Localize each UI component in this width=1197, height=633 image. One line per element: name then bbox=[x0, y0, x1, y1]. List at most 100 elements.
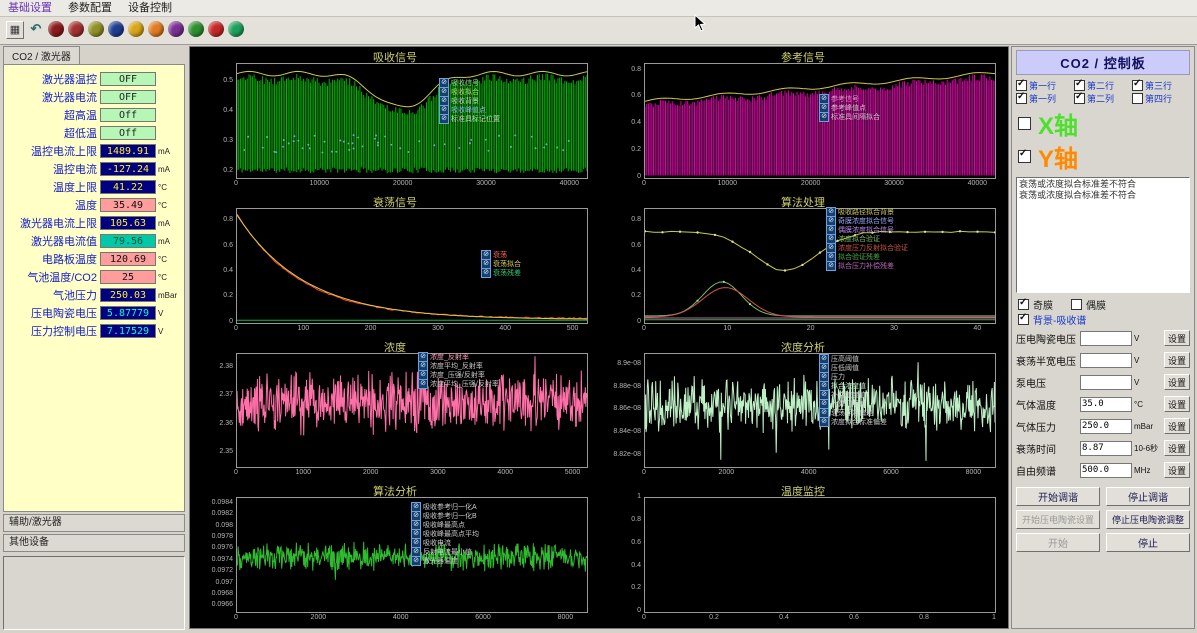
setting-apply-gas-pressure[interactable]: 设置 bbox=[1164, 418, 1190, 434]
setting-input-ringdown-time[interactable] bbox=[1080, 441, 1132, 456]
menu-item-3[interactable]: 设备控制 bbox=[120, 0, 180, 16]
menubar: 基础设置参数配置设备控制 bbox=[0, 0, 1197, 17]
tool-olive-icon[interactable] bbox=[88, 21, 104, 37]
tool-gold-icon[interactable] bbox=[128, 21, 144, 37]
setting-input-gas-temperature[interactable] bbox=[1080, 397, 1132, 412]
message-list[interactable]: 衰荡或浓度拟合标准差不符合衰荡或浓度拟合标准差不符合 bbox=[1016, 177, 1190, 293]
y-axis-toggle[interactable]: Y轴 bbox=[1018, 141, 1190, 171]
stop-button[interactable]: 停止 bbox=[1106, 533, 1190, 552]
stop-pzt-button[interactable]: 停止压电陶瓷调整 bbox=[1106, 510, 1190, 529]
param-value: OFF bbox=[100, 72, 156, 86]
message-item[interactable]: 衰荡或浓度拟合标准差不符合 bbox=[1019, 190, 1187, 201]
y-tick: 0.0984 bbox=[212, 499, 233, 506]
tool-navy-icon[interactable] bbox=[108, 21, 124, 37]
plot-area bbox=[236, 208, 588, 324]
x-axis-checkbox[interactable] bbox=[1018, 117, 1031, 130]
start-pzt-button[interactable]: 开始压电陶瓷设置 bbox=[1016, 510, 1100, 529]
background-checkbox-row[interactable]: 背景-吸收谱 bbox=[1018, 312, 1190, 327]
menu-item-2[interactable]: 参数配置 bbox=[60, 0, 120, 16]
chart-legend: ⊘参考信号⊘参考峰值点⊘标准具间隔拟合 bbox=[819, 95, 880, 122]
menu-item-1[interactable]: 基础设置 bbox=[0, 0, 60, 16]
param-row-4: 超低温Off bbox=[6, 124, 182, 142]
y-tick: 1 bbox=[637, 493, 641, 500]
section-other-devices[interactable]: 其他设备 bbox=[3, 534, 185, 552]
checkbox[interactable] bbox=[1016, 80, 1027, 91]
plot-visibility-checkbox[interactable]: ⊘ bbox=[481, 268, 491, 278]
tool-red-icon[interactable] bbox=[208, 21, 224, 37]
x-tick: 200 bbox=[365, 325, 377, 332]
checkbox-label: 第一列 bbox=[1029, 92, 1056, 105]
setting-apply-ringdown-time[interactable]: 设置 bbox=[1164, 440, 1190, 456]
tool-orange-icon[interactable] bbox=[148, 21, 164, 37]
start-tune-button[interactable]: 开始调谐 bbox=[1016, 487, 1100, 506]
plot-visibility-checkbox[interactable]: ⊘ bbox=[819, 417, 829, 427]
legend-label: 标准具间隔拟合 bbox=[831, 112, 880, 122]
chart-canvas bbox=[237, 354, 587, 468]
checkbox[interactable] bbox=[1074, 93, 1085, 104]
tab-co2-laser[interactable]: CO2 / 激光器 bbox=[3, 46, 80, 64]
setting-input-pzt-voltage[interactable] bbox=[1080, 331, 1132, 346]
tool-maroon-icon[interactable] bbox=[68, 21, 84, 37]
app-grid-icon[interactable]: ▦ bbox=[6, 21, 24, 39]
y-tick: 2.37 bbox=[219, 391, 233, 398]
view-check-5[interactable]: 第二列 bbox=[1074, 92, 1132, 105]
back-arrow-icon[interactable]: ↶ bbox=[28, 21, 44, 37]
plot-visibility-checkbox[interactable]: ⊘ bbox=[819, 112, 829, 122]
x-tick: 500 bbox=[567, 325, 579, 332]
y-tick: 0.0968 bbox=[212, 590, 233, 597]
plot-visibility-checkbox[interactable]: ⊘ bbox=[418, 379, 428, 389]
setting-apply-gas-temperature[interactable]: 设置 bbox=[1164, 396, 1190, 412]
plot-visibility-checkbox[interactable]: ⊘ bbox=[439, 114, 449, 124]
tool-purple-icon[interactable] bbox=[168, 21, 184, 37]
tool-green-icon[interactable] bbox=[188, 21, 204, 37]
checkbox[interactable] bbox=[1132, 80, 1143, 91]
film-checkbox-2[interactable] bbox=[1071, 299, 1082, 310]
control-panel-title: CO2 / 控制板 bbox=[1016, 50, 1190, 75]
setting-apply-pzt-voltage[interactable]: 设置 bbox=[1164, 330, 1190, 346]
param-unit: °C bbox=[156, 255, 182, 264]
setting-row-ringdown-halfwidth-voltage: 衰荡半宽电压V设置 bbox=[1016, 349, 1190, 371]
x-axis-label: X轴 bbox=[1038, 106, 1078, 141]
y-tick: 0.4 bbox=[223, 107, 233, 114]
film-checkbox-1[interactable] bbox=[1018, 299, 1029, 310]
stop-tune-button[interactable]: 停止调谐 bbox=[1106, 487, 1190, 506]
param-value: 41.22 bbox=[100, 180, 156, 194]
view-check-6[interactable]: 第四行 bbox=[1132, 92, 1190, 105]
setting-apply-pump-voltage[interactable]: 设置 bbox=[1164, 374, 1190, 390]
plot-visibility-checkbox[interactable]: ⊘ bbox=[826, 261, 836, 271]
tool-darkred-icon[interactable] bbox=[48, 21, 64, 37]
section-aux-laser[interactable]: 辅助/激光器 bbox=[3, 514, 185, 532]
y-tick: 0.5 bbox=[223, 77, 233, 84]
setting-input-gas-pressure[interactable] bbox=[1080, 419, 1132, 434]
x-tick: 3000 bbox=[430, 469, 446, 476]
checkbox[interactable] bbox=[1132, 93, 1143, 104]
x-tick: 30000 bbox=[476, 180, 495, 187]
setting-apply-free-spectral-range[interactable]: 设置 bbox=[1164, 462, 1190, 478]
setting-input-ringdown-halfwidth-voltage[interactable] bbox=[1080, 353, 1132, 368]
x-tick: 40 bbox=[973, 325, 981, 332]
x-tick: 0 bbox=[642, 469, 646, 476]
view-check-3[interactable]: 第三行 bbox=[1132, 79, 1190, 92]
legend-item: ⊘激光器温度 bbox=[411, 557, 479, 566]
start-button[interactable]: 开始 bbox=[1016, 533, 1100, 552]
setting-input-pump-voltage[interactable] bbox=[1080, 375, 1132, 390]
param-label: 激光器电流值 bbox=[6, 233, 100, 249]
plot-visibility-checkbox[interactable]: ⊘ bbox=[411, 556, 421, 566]
view-check-4[interactable]: 第一列 bbox=[1016, 92, 1074, 105]
legend-label: 浓度平均_压强/反射率 bbox=[430, 379, 499, 389]
checkbox[interactable] bbox=[1016, 93, 1027, 104]
film-checkbox-label: 偶膜 bbox=[1086, 297, 1106, 312]
x-axis-toggle[interactable]: X轴 bbox=[1018, 108, 1190, 138]
setting-apply-ringdown-halfwidth-voltage[interactable]: 设置 bbox=[1164, 352, 1190, 368]
x-tick: 0 bbox=[234, 469, 238, 476]
mouse-cursor bbox=[694, 14, 706, 32]
settings-list: 压电陶瓷电压V设置衰荡半宽电压V设置泵电压V设置气体温度°C设置气体压力mBar… bbox=[1016, 327, 1190, 481]
checkbox[interactable] bbox=[1074, 80, 1085, 91]
setting-label: 泵电压 bbox=[1016, 375, 1080, 390]
setting-input-free-spectral-range[interactable] bbox=[1080, 463, 1132, 478]
param-value: 7.17529 bbox=[100, 324, 156, 338]
y-axis-checkbox[interactable] bbox=[1018, 150, 1031, 163]
background-checkbox[interactable] bbox=[1018, 314, 1029, 325]
tool-go-icon[interactable] bbox=[228, 21, 244, 37]
message-item[interactable]: 衰荡或浓度拟合标准差不符合 bbox=[1019, 179, 1187, 190]
